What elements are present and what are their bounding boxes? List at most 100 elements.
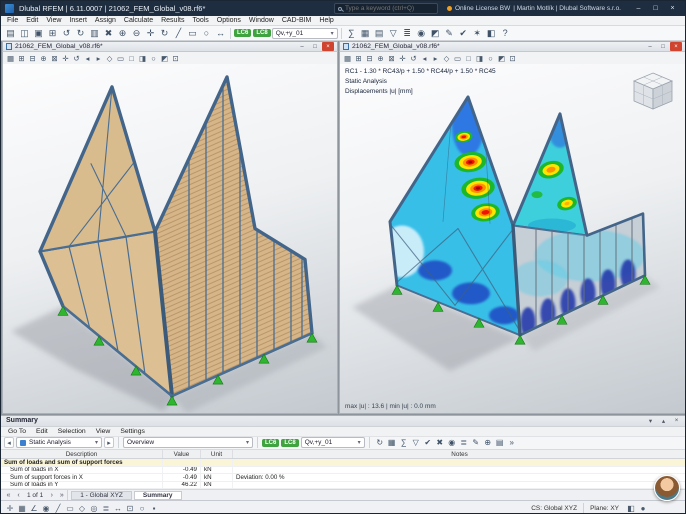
close-icon[interactable]: ×: [322, 42, 334, 51]
view-grid-icon[interactable]: ▦: [5, 53, 16, 64]
left-model-canvas[interactable]: [3, 64, 337, 413]
zoom-out-icon[interactable]: ⊖: [130, 27, 143, 40]
results-icon[interactable]: ▦: [359, 27, 372, 40]
previous-analysis-button[interactable]: ◂: [4, 437, 14, 448]
clear-icon[interactable]: ✖: [434, 437, 446, 449]
zoom-minus-icon[interactable]: ⊟: [364, 53, 375, 64]
zoom-plus-icon[interactable]: ⊕: [38, 53, 49, 64]
tab-1-global-xyz[interactable]: 1 - Global XYZ: [71, 491, 132, 500]
rectangle-icon[interactable]: ▭: [186, 27, 199, 40]
layers-icon[interactable]: ≣: [100, 502, 112, 514]
last-page-button[interactable]: »: [57, 491, 66, 500]
full-extent-icon[interactable]: ⊡: [507, 53, 518, 64]
full-extent-icon[interactable]: ⊡: [170, 53, 181, 64]
check-values-icon[interactable]: ✔: [422, 437, 434, 449]
menu-results[interactable]: Results: [157, 17, 188, 24]
menu-file[interactable]: File: [3, 17, 22, 24]
annotate-icon[interactable]: ✎: [443, 27, 456, 40]
table-row[interactable]: Sum of loads in Y46.22kN: [1, 482, 686, 490]
sum-icon[interactable]: ∑: [398, 437, 410, 449]
summary-panel-header[interactable]: Summary ▾▴×: [1, 416, 686, 427]
viewport-left-view[interactable]: [2, 64, 338, 414]
right-model-canvas[interactable]: [340, 64, 685, 413]
front-view-icon[interactable]: ▭: [115, 53, 126, 64]
menu-insert[interactable]: Insert: [65, 17, 91, 24]
visibility-icon[interactable]: ◉: [415, 27, 428, 40]
edit-icon[interactable]: ✎: [470, 437, 482, 449]
load-case-lc6[interactable]: LC6: [234, 29, 251, 37]
wireframe-icon[interactable]: □: [463, 53, 474, 64]
dimensions-icon[interactable]: ↔: [112, 502, 124, 514]
view-combo[interactable]: Overview ▾: [123, 437, 253, 448]
dimension-icon[interactable]: ↔: [214, 27, 227, 40]
shading-icon[interactable]: ◨: [137, 53, 148, 64]
lighting-icon[interactable]: ○: [485, 53, 496, 64]
clipping-icon[interactable]: ◩: [159, 53, 170, 64]
minimize-icon[interactable]: –: [644, 42, 656, 51]
filter-icon[interactable]: ▽: [387, 27, 400, 40]
table-view-icon[interactable]: ▦: [386, 437, 398, 449]
title-bar[interactable]: Dlubal RFEM | 6.11.0007 | 21062_FEM_Glob…: [1, 1, 685, 16]
zoom-plus-icon[interactable]: ⊕: [375, 53, 386, 64]
previous-page-button[interactable]: ‹: [14, 491, 23, 500]
line-icon[interactable]: ╱: [172, 27, 185, 40]
column-notes[interactable]: Notes: [233, 450, 686, 458]
column-description[interactable]: Description: [1, 450, 163, 458]
panel-menu-edit[interactable]: Edit: [31, 428, 53, 435]
tab-summary[interactable]: Summary: [134, 491, 182, 500]
wireframe-icon[interactable]: □: [126, 53, 137, 64]
snap-icon[interactable]: ✛: [4, 502, 16, 514]
undo-icon[interactable]: ↺: [60, 27, 73, 40]
new-icon[interactable]: ▤: [4, 27, 17, 40]
panel-menu-go-to[interactable]: Go To: [3, 428, 31, 435]
delete-icon[interactable]: ✖: [102, 27, 115, 40]
zoom-window-icon[interactable]: ⊞: [16, 53, 27, 64]
messages-icon[interactable]: ◧: [625, 502, 637, 514]
table-row[interactable]: Sum of support forces in X-0.49kNDeviati…: [1, 474, 686, 482]
panel-case-combo[interactable]: Qv,+y_01 ▾: [301, 437, 365, 448]
menu-window[interactable]: Window: [245, 17, 278, 24]
menu-calculate[interactable]: Calculate: [120, 17, 157, 24]
analysis-combo[interactable]: Static Analysis ▾: [16, 437, 102, 448]
orbit-icon[interactable]: ↺: [408, 53, 419, 64]
workplane-icon[interactable]: ▭: [64, 502, 76, 514]
copy-icon[interactable]: ▥: [88, 27, 101, 40]
search-input[interactable]: [345, 5, 434, 12]
viewport-right-titlebar[interactable]: 21062_FEM_Global_v08.rf6* –□×: [339, 41, 686, 52]
viewport-left-titlebar[interactable]: 21062_FEM_Global_v08.rf6* –□×: [2, 41, 338, 52]
notifications-icon[interactable]: ●: [637, 502, 649, 514]
panel-menu-view[interactable]: View: [91, 428, 116, 435]
table-row[interactable]: Sum of loads and sum of support forces: [1, 459, 686, 467]
section-icon[interactable]: ◩: [429, 27, 442, 40]
guidelines-icon[interactable]: ╱: [52, 502, 64, 514]
lighting-icon[interactable]: ○: [148, 53, 159, 64]
filter-rows-icon[interactable]: ▽: [410, 437, 422, 449]
close-icon[interactable]: ×: [670, 42, 682, 51]
menu-help[interactable]: Help: [315, 17, 337, 24]
open-icon[interactable]: ◫: [18, 27, 31, 40]
zoom-window-icon[interactable]: ⊞: [353, 53, 364, 64]
viewport-right-view[interactable]: RC1 - 1.30 * RC43/p + 1.50 * RC44/p + 1.…: [339, 64, 686, 414]
previous-view-icon[interactable]: ◂: [82, 53, 93, 64]
menu-assign[interactable]: Assign: [91, 17, 120, 24]
menu-view[interactable]: View: [42, 17, 65, 24]
workplane-label[interactable]: Plane: XY: [585, 505, 624, 512]
isometric-view-icon[interactable]: ◇: [441, 53, 452, 64]
layers-icon[interactable]: ≣: [401, 27, 414, 40]
keyword-search[interactable]: [334, 3, 438, 14]
column-unit[interactable]: Unit: [201, 450, 233, 458]
load-case-lc8[interactable]: LC8: [281, 439, 298, 447]
dock-options-icon[interactable]: ▾: [645, 416, 656, 425]
details-icon[interactable]: ◉: [446, 437, 458, 449]
grid-icon[interactable]: ▦: [16, 502, 28, 514]
zoom-all-icon[interactable]: ⊠: [386, 53, 397, 64]
menu-tools[interactable]: Tools: [188, 17, 212, 24]
table-row[interactable]: Sum of loads in X-0.49kN: [1, 467, 686, 475]
redo-icon[interactable]: ↻: [74, 27, 87, 40]
refresh-results-icon[interactable]: ↻: [374, 437, 386, 449]
user-avatar[interactable]: [654, 475, 680, 501]
save-icon[interactable]: ▣: [32, 27, 45, 40]
menu-edit[interactable]: Edit: [22, 17, 42, 24]
panel-menu-settings[interactable]: Settings: [115, 428, 150, 435]
maximize-icon[interactable]: □: [657, 42, 669, 51]
